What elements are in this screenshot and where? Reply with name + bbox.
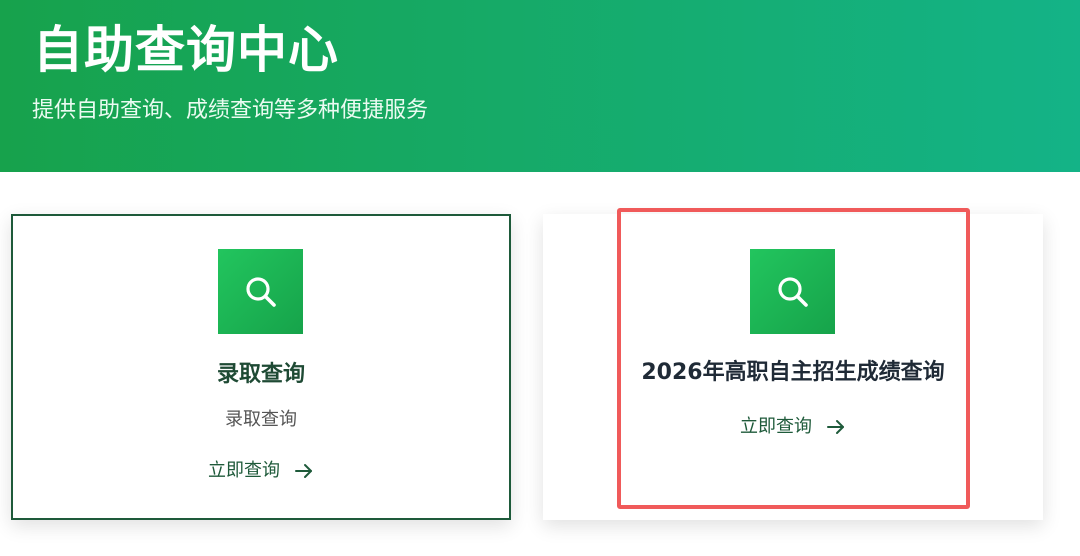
search-icon <box>750 249 835 334</box>
card-score-query[interactable]: 2026年高职自主招生成绩查询 立即查询 <box>543 214 1043 520</box>
card-title: 录取查询 <box>216 362 305 387</box>
query-now-label: 立即查询 <box>740 416 812 437</box>
hero-banner: 自助查询中心 提供自助查询、成绩查询等多种便捷服务 <box>0 0 1080 172</box>
page-subtitle: 提供自助查询、成绩查询等多种便捷服务 <box>32 98 429 123</box>
card-title: 2026年高职自主招生成绩查询 <box>641 360 945 385</box>
query-now-label: 立即查询 <box>208 460 280 481</box>
query-now-link[interactable]: 立即查询 <box>13 459 509 483</box>
page-title: 自助查询中心 <box>33 21 339 79</box>
card-description: 录取查询 <box>225 409 297 430</box>
card-admission-query[interactable]: 录取查询 录取查询 立即查询 <box>11 214 511 520</box>
search-icon <box>218 249 303 334</box>
arrow-right-icon <box>294 463 314 479</box>
query-now-link[interactable]: 立即查询 <box>543 415 1043 439</box>
arrow-right-icon <box>826 419 846 435</box>
